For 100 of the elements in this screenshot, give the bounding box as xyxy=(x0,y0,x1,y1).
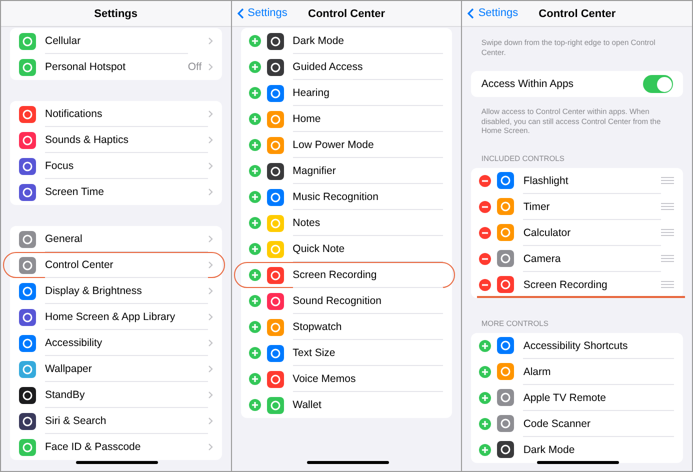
row-label: Text Size xyxy=(292,339,444,366)
add-icon[interactable] xyxy=(479,366,492,378)
row-label: Personal Hotspot xyxy=(45,53,188,80)
settings-row[interactable]: Text Size xyxy=(240,340,452,366)
row-label: Siri & Search xyxy=(45,407,208,434)
back-chevron-icon xyxy=(467,8,474,18)
row-label: Dark Mode xyxy=(292,34,346,49)
settings-row[interactable]: Notes xyxy=(240,210,452,236)
settings-row[interactable]: Cellular xyxy=(10,28,222,54)
settings-row[interactable]: Camera xyxy=(471,246,684,272)
row-label: Face ID & Passcode xyxy=(45,433,208,460)
settings-row[interactable]: Home xyxy=(240,106,452,132)
add-icon[interactable] xyxy=(248,87,261,99)
settings-row[interactable]: Home Screen & App Library xyxy=(10,304,222,330)
row-label: Sounds & Haptics xyxy=(45,126,208,153)
add-icon[interactable] xyxy=(248,373,261,385)
settings-row[interactable]: Screen Recording xyxy=(471,272,684,298)
settings-row[interactable]: Guided Access xyxy=(240,54,452,80)
toggle-switch[interactable] xyxy=(643,75,674,93)
row-label: Code Scanner xyxy=(523,410,674,436)
add-icon[interactable] xyxy=(248,113,261,125)
add-icon[interactable] xyxy=(248,61,261,73)
remove-icon[interactable] xyxy=(479,252,492,264)
add-icon[interactable] xyxy=(248,139,261,151)
settings-row[interactable]: Calculator xyxy=(471,220,684,246)
row-label: Home xyxy=(292,105,444,132)
settings-row[interactable]: Music Recognition xyxy=(240,184,452,210)
settings-row[interactable]: Control Center xyxy=(10,252,222,278)
add-icon[interactable] xyxy=(479,392,492,404)
row-label: Low Power Mode xyxy=(292,131,444,158)
remove-icon[interactable] xyxy=(479,278,492,290)
settings-row[interactable]: Apple TV Remote xyxy=(471,384,684,410)
row-label: Screen Recording xyxy=(292,261,444,288)
settings-row[interactable]: Screen Recording xyxy=(240,262,452,288)
row-label: Stopwatch xyxy=(292,313,444,340)
add-icon[interactable] xyxy=(248,243,261,255)
row-label: Flashlight xyxy=(523,174,570,188)
add-icon[interactable] xyxy=(479,418,492,430)
settings-row[interactable]: Voice Memos xyxy=(240,366,452,392)
settings-row[interactable]: Code Scanner xyxy=(471,410,684,436)
screen-title: Control Center xyxy=(308,8,385,20)
add-icon[interactable] xyxy=(248,321,261,333)
settings-row[interactable]: Sounds & Haptics xyxy=(10,127,222,153)
add-icon[interactable] xyxy=(248,35,261,47)
settings-row[interactable]: StandBy xyxy=(10,382,222,408)
settings-row[interactable]: Personal Hotspot Off xyxy=(10,54,222,80)
settings-row[interactable]: Accessibility Shortcuts xyxy=(471,332,684,358)
row-label: Wallpaper xyxy=(45,355,208,382)
settings-row[interactable]: General xyxy=(10,226,222,252)
settings-row[interactable]: Hearing xyxy=(240,80,452,106)
settings-row[interactable]: Low Power Mode xyxy=(240,132,452,158)
settings-row[interactable]: Notifications xyxy=(10,101,222,127)
row-label: Wallet xyxy=(292,391,444,418)
add-icon[interactable] xyxy=(248,269,261,281)
remove-icon[interactable] xyxy=(479,226,492,238)
row-label: Sound Recognition xyxy=(292,287,444,314)
settings-row[interactable]: Siri & Search xyxy=(10,408,222,434)
row-label: Camera xyxy=(523,244,662,272)
row-label: Alarm xyxy=(523,358,674,384)
settings-row[interactable]: Stopwatch xyxy=(240,314,452,340)
settings-row[interactable]: Alarm xyxy=(471,358,684,384)
settings-row[interactable]: Timer xyxy=(471,194,684,220)
row-label: Cellular xyxy=(45,34,82,49)
reorder-handle-icon[interactable] xyxy=(661,255,674,262)
reorder-handle-icon[interactable] xyxy=(661,281,674,288)
reorder-handle-icon[interactable] xyxy=(661,177,674,184)
settings-row[interactable]: Dark Mode xyxy=(240,28,452,54)
add-icon[interactable] xyxy=(479,340,492,352)
row-label: Notes xyxy=(292,209,444,236)
value-text: Off xyxy=(188,61,202,73)
settings-row[interactable]: Face ID & Passcode xyxy=(10,434,222,460)
screen-title: Settings xyxy=(94,8,138,20)
add-icon[interactable] xyxy=(248,295,261,307)
back-button[interactable]: Settings xyxy=(467,7,518,19)
add-icon[interactable] xyxy=(248,165,261,177)
settings-row[interactable]: Accessibility xyxy=(10,330,222,356)
add-icon[interactable] xyxy=(248,399,261,411)
reorder-handle-icon[interactable] xyxy=(661,203,674,210)
settings-row[interactable]: Magnifier xyxy=(240,158,452,184)
settings-row[interactable]: Wallet xyxy=(240,392,452,418)
row-label: Hearing xyxy=(292,79,444,106)
reorder-handle-icon[interactable] xyxy=(661,229,674,236)
row-label: Quick Note xyxy=(292,235,444,262)
settings-row[interactable]: Display & Brightness xyxy=(10,278,222,304)
settings-row[interactable]: Quick Note xyxy=(240,236,452,262)
add-icon[interactable] xyxy=(248,347,261,359)
add-icon[interactable] xyxy=(248,191,261,203)
settings-row[interactable]: Screen Time xyxy=(10,179,222,205)
remove-icon[interactable] xyxy=(479,174,492,186)
row-label: StandBy xyxy=(45,381,208,408)
row-label: Music Recognition xyxy=(292,183,444,210)
back-button[interactable]: Settings xyxy=(236,7,288,19)
remove-icon[interactable] xyxy=(479,200,492,212)
add-icon[interactable] xyxy=(248,217,261,229)
settings-row[interactable]: Wallpaper xyxy=(10,356,222,382)
add-icon[interactable] xyxy=(479,444,492,456)
settings-row[interactable]: Flashlight xyxy=(471,168,684,194)
row-label: Timer xyxy=(523,192,662,220)
settings-row[interactable]: Sound Recognition xyxy=(240,288,452,314)
settings-row[interactable]: Focus xyxy=(10,153,222,179)
